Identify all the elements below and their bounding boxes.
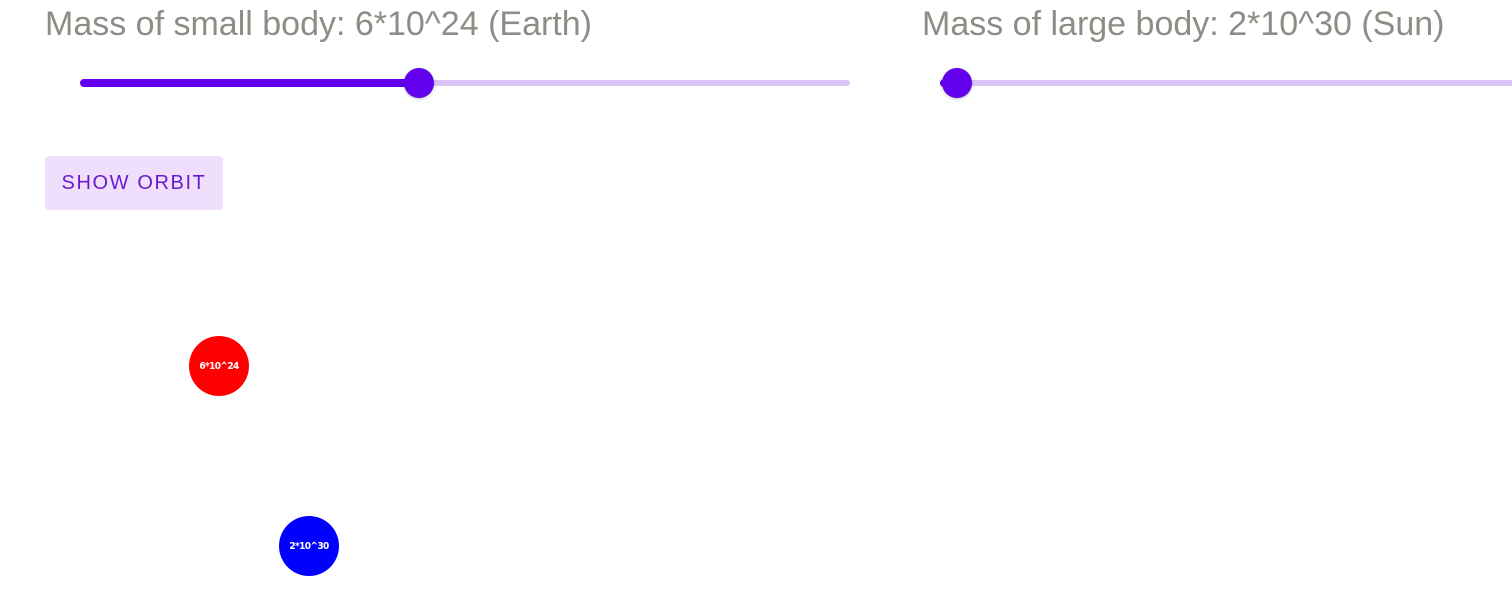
show-orbit-button[interactable]: Show orbit xyxy=(45,156,223,210)
small-body-mass-label: Mass of small body: 6*10^24 (Earth) xyxy=(45,5,592,43)
large-body-circle: 2*10^30 xyxy=(279,516,339,576)
slider-fill xyxy=(80,79,419,87)
slider-thumb[interactable] xyxy=(403,68,434,98)
large-body-mass-value: 2*10^30 xyxy=(289,540,329,552)
large-body-mass-slider[interactable] xyxy=(940,66,1512,102)
small-body-mass-value: 6*10^24 xyxy=(199,360,239,372)
slider-track[interactable] xyxy=(940,80,1512,86)
small-body-circle: 6*10^24 xyxy=(189,336,249,396)
small-body-mass-slider[interactable] xyxy=(80,66,850,102)
slider-thumb[interactable] xyxy=(942,68,973,98)
large-body-mass-label: Mass of large body: 2*10^30 (Sun) xyxy=(922,5,1445,43)
